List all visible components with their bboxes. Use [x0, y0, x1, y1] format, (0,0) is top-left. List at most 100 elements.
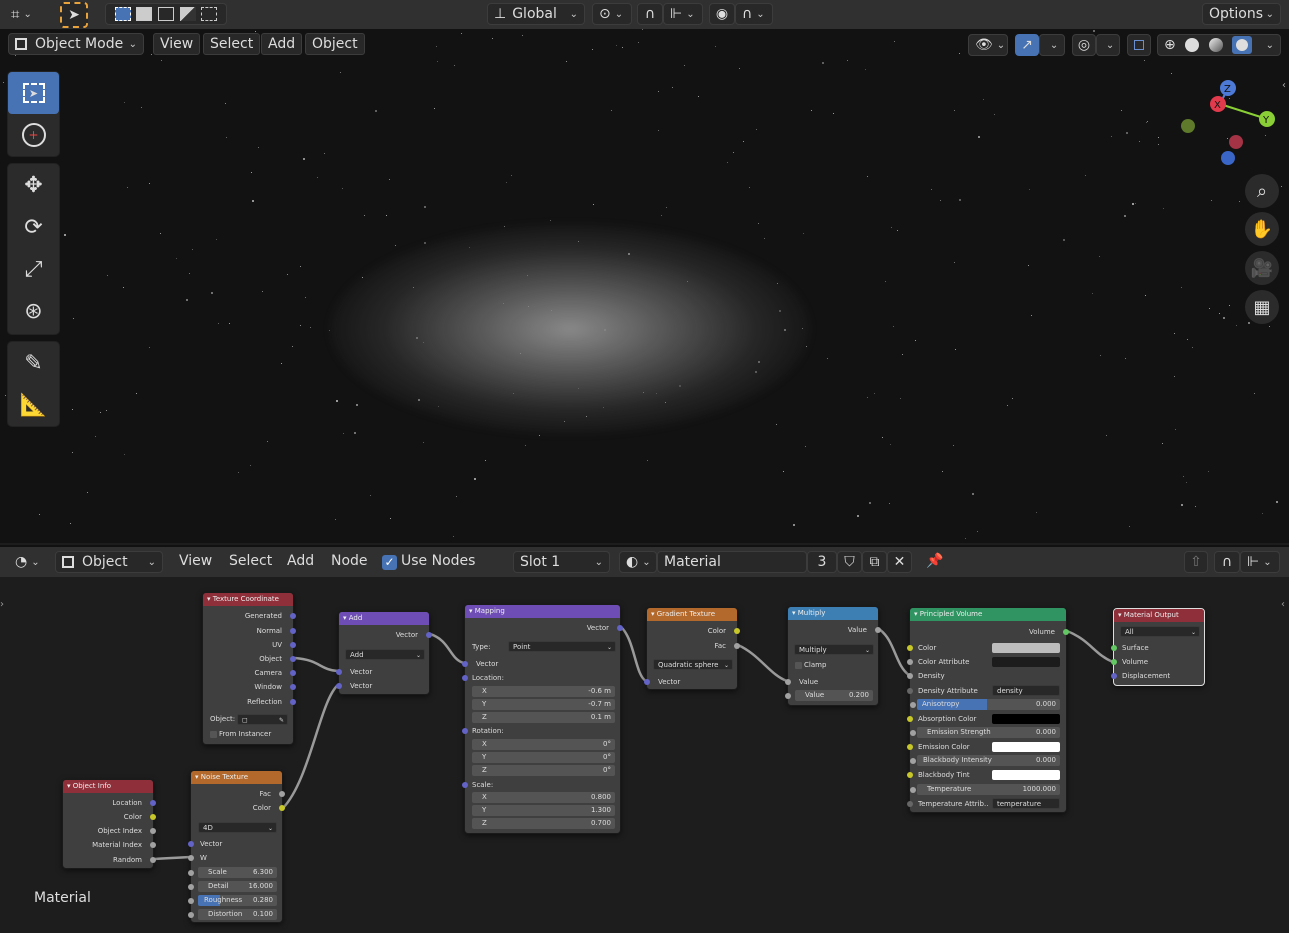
node-material-output[interactable]: ▾ Material Output All ⌄ Surface Volume Di… — [1111, 608, 1205, 686]
menu-select[interactable]: Select — [203, 33, 261, 55]
material-users-count[interactable]: 3 — [807, 551, 837, 573]
temperature-attribute-field[interactable]: temperature — [992, 798, 1060, 809]
scale-tool[interactable]: ⤢ — [8, 248, 59, 290]
color-attribute-field[interactable] — [992, 657, 1060, 667]
transform-orientation-dropdown[interactable]: ⊥ Global ⌄ — [487, 3, 585, 25]
node-noise-texture[interactable]: ▾ Noise Texture Fac Color 4D ⌄ Vector W S… — [188, 770, 285, 923]
ne-snap-dropdown[interactable]: ⊩ ⌄ — [1240, 551, 1280, 573]
color-swatch[interactable] — [992, 643, 1060, 653]
rotation-y-field[interactable]: Y 0° — [472, 752, 615, 763]
scale-z-field[interactable]: Z 0.700 — [472, 818, 615, 829]
fake-user-button[interactable]: ⛉ — [837, 551, 862, 573]
duplicate-material-button[interactable]: ⧉ — [862, 551, 887, 573]
3d-viewport[interactable] — [0, 29, 1289, 543]
temperature-field[interactable]: Temperature 1000.000 — [910, 784, 1060, 795]
options-dropdown[interactable]: Options ⌄ — [1202, 3, 1281, 25]
node-gradient-texture[interactable]: ▾ Gradient Texture Color Fac Quadratic s… — [644, 607, 740, 690]
xray-toggle[interactable] — [1127, 34, 1151, 56]
snap-toggle[interactable]: ∩ — [637, 3, 663, 25]
rotation-z-field[interactable]: Z 0° — [472, 765, 615, 776]
transform-tool[interactable]: ⊛ — [8, 290, 59, 332]
ne-left-arrow[interactable]: › — [0, 599, 4, 610]
operation-dropdown[interactable]: Add ⌄ — [345, 649, 425, 660]
node-object-info[interactable]: ▾ Object Info Location Color Object Inde… — [62, 779, 156, 869]
navigation-gizmo[interactable]: Z X Y — [1170, 75, 1280, 170]
material-name-field[interactable]: Material — [657, 551, 807, 573]
scale-x-field[interactable]: X 0.800 — [472, 792, 615, 803]
slot-dropdown[interactable]: Slot 1 ⌄ — [513, 551, 610, 573]
gradient-type-dropdown[interactable]: Quadratic sphere ⌄ — [653, 659, 733, 670]
material-shading-icon[interactable] — [1208, 38, 1223, 52]
parent-node-tree-button[interactable]: ⇧ — [1184, 551, 1208, 573]
ne-menu-view[interactable]: View — [173, 551, 218, 571]
proportional-edit-toggle[interactable]: ◉ — [709, 3, 735, 25]
rendered-shading-icon[interactable] — [1232, 36, 1253, 54]
noise-scale-field[interactable]: Scale 6.300 — [188, 867, 277, 878]
overlay-dropdown[interactable]: ⌄ — [1096, 34, 1120, 56]
rotation-x-field[interactable]: X 0° — [472, 739, 615, 750]
rotate-tool[interactable]: ⟳ — [8, 206, 59, 248]
annotate-tool[interactable]: ✎ — [8, 342, 59, 384]
object-field[interactable]: ◻ ✎ — [237, 714, 288, 725]
select-box-tool[interactable]: ➤ — [8, 72, 59, 114]
clamp-checkbox[interactable] — [795, 662, 802, 669]
node-editor-type-button[interactable]: ◔ ⌄ — [8, 551, 46, 573]
location-y-field[interactable]: Y -0.7 m — [472, 699, 615, 710]
node-principled-volume[interactable]: ▾ Principled Volume Volume Color Color A… — [907, 607, 1069, 813]
ne-right-arrow[interactable]: ‹ — [1281, 599, 1285, 610]
emission-color-swatch[interactable] — [992, 742, 1060, 752]
noise-detail-field[interactable]: Detail 16.000 — [188, 881, 277, 892]
select-intersect-icon[interactable] — [201, 7, 218, 21]
ne-menu-add[interactable]: Add — [281, 551, 320, 571]
wireframe-shading-icon[interactable]: ⊕ — [1164, 37, 1176, 53]
noise-dimensions-dropdown[interactable]: 4D ⌄ — [198, 822, 277, 833]
menu-object[interactable]: Object — [305, 33, 365, 55]
select-invert-icon[interactable] — [179, 7, 196, 21]
absorption-color-swatch[interactable] — [992, 714, 1060, 724]
emission-strength-field[interactable]: Emission Strength 0.000 — [910, 727, 1060, 738]
scale-y-field[interactable]: Y 1.300 — [472, 805, 615, 816]
solid-shading-icon[interactable] — [1185, 38, 1200, 52]
node-mapping[interactable]: ▾ Mapping Vector Type: Point ⌄ Vector Loc… — [462, 604, 623, 834]
move-tool[interactable]: ✥ — [8, 164, 59, 206]
shading-group[interactable]: ⊕ ⌄ — [1157, 34, 1281, 56]
camera-view-button[interactable]: 🎥 — [1245, 251, 1279, 285]
location-x-field[interactable]: X -0.6 m — [472, 686, 615, 697]
ne-menu-select[interactable]: Select — [223, 551, 278, 571]
anisotropy-field[interactable]: Anisotropy 0.000 — [910, 699, 1060, 710]
gizmo-dropdown[interactable]: ⌄ — [1039, 34, 1065, 56]
select-new-icon[interactable] — [114, 7, 131, 21]
zoom-button[interactable]: ⌕ — [1245, 174, 1279, 208]
material-browse-button[interactable]: ◐ ⌄ — [619, 551, 657, 573]
editor-type-button[interactable]: ⌗ ⌄ — [4, 3, 46, 25]
shader-type-dropdown[interactable]: Object ⌄ — [55, 551, 163, 573]
pivot-dropdown[interactable]: ⊙ ⌄ — [592, 3, 632, 25]
mode-dropdown[interactable]: Object Mode ⌄ — [8, 33, 144, 55]
snap-target-dropdown[interactable]: ⊩ ⌄ — [663, 3, 703, 25]
from-instancer-checkbox[interactable] — [210, 731, 217, 738]
cursor-tool[interactable]: + — [8, 114, 59, 156]
select-tool-button[interactable]: ➤ — [60, 2, 88, 28]
gizmo-toggle[interactable]: ↗ — [1015, 34, 1039, 56]
select-subtract-icon[interactable] — [157, 7, 174, 21]
pin-button[interactable]: 📌 — [920, 551, 949, 571]
select-extend-icon[interactable] — [136, 7, 153, 21]
noise-roughness-field[interactable]: Roughness 0.280 — [188, 895, 277, 906]
selection-mode-group[interactable] — [105, 3, 227, 25]
node-vector-add[interactable]: ▾ Add Vector Add ⌄ Vector Vector — [336, 611, 432, 695]
location-z-field[interactable]: Z 0.1 m — [472, 712, 615, 723]
blackbody-intensity-field[interactable]: Blackbody Intensity 0.000 — [910, 755, 1060, 766]
pan-button[interactable]: ✋ — [1245, 212, 1279, 246]
blackbody-tint-swatch[interactable] — [992, 770, 1060, 780]
node-math-multiply[interactable]: ▾ Multiply Value Multiply ⌄ Clamp Value V… — [785, 606, 881, 706]
value-in2-field[interactable]: Value 0.200 — [785, 690, 873, 701]
falloff-dropdown[interactable]: ∩ ⌄ — [735, 3, 773, 25]
ortho-toggle-button[interactable]: ▦ — [1245, 290, 1279, 324]
noise-distortion-field[interactable]: Distortion 0.100 — [188, 909, 277, 920]
output-target-dropdown[interactable]: All ⌄ — [1120, 626, 1200, 637]
measure-tool[interactable]: 📐 — [8, 384, 59, 426]
ne-menu-node[interactable]: Node — [325, 551, 374, 571]
visibility-dropdown[interactable]: 👁 ⌄ — [968, 34, 1008, 56]
node-texture-coordinate[interactable]: ▾ Texture Coordinate Generated Normal UV… — [202, 592, 296, 745]
menu-view[interactable]: View — [153, 33, 201, 55]
